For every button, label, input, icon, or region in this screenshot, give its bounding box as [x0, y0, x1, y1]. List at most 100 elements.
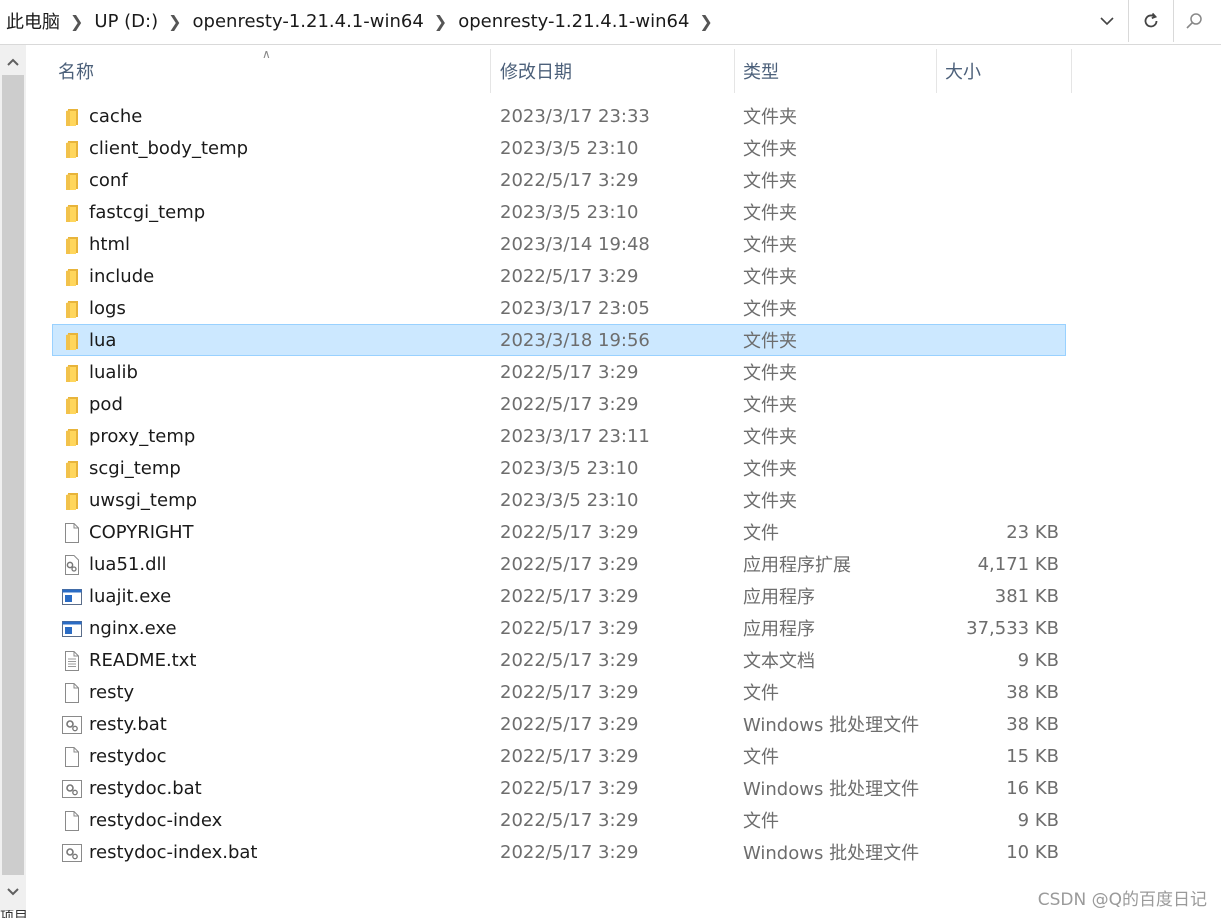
file-modified-date: 2023/3/5 23:10: [500, 137, 639, 159]
folder-icon: [62, 203, 82, 223]
file-modified-date: 2023/3/18 19:56: [500, 329, 650, 351]
file-modified-date: 2023/3/5 23:10: [500, 201, 639, 223]
vertical-scrollbar[interactable]: [0, 45, 26, 910]
file-row-cache[interactable]: cache 2023/3/17 23:33 文件夹: [52, 100, 1066, 132]
file-name: restydoc-index.bat: [89, 841, 258, 863]
file-row-scgi-temp[interactable]: scgi_temp 2023/3/5 23:10 文件夹: [52, 452, 1066, 484]
chevron-up-icon: [7, 58, 19, 66]
file-row-pod[interactable]: pod 2022/5/17 3:29 文件夹: [52, 388, 1066, 420]
file-row-restydoc[interactable]: restydoc 2022/5/17 3:29 文件 15 KB: [52, 740, 1066, 772]
file-row-uwsgi-temp[interactable]: uwsgi_temp 2023/3/5 23:10 文件夹: [52, 484, 1066, 516]
chevron-right-icon[interactable]: ❯: [697, 12, 723, 31]
refresh-button[interactable]: [1128, 0, 1174, 42]
file-type: 文件夹: [743, 491, 797, 512]
file-row-resty[interactable]: resty 2022/5/17 3:29 文件 38 KB: [52, 676, 1066, 708]
file-icon: [62, 683, 82, 703]
file-type: 文件: [743, 747, 779, 768]
file-name: pod: [89, 393, 123, 415]
file-name: restydoc-index: [89, 809, 223, 831]
folder-icon: [62, 395, 82, 415]
file-type: 文件夹: [743, 203, 797, 224]
search-input[interactable]: [1173, 0, 1221, 42]
file-row-lua51-dll[interactable]: lua51.dll 2022/5/17 3:29 应用程序扩展 4,171 KB: [52, 548, 1066, 580]
breadcrumb[interactable]: 此电脑 ❯ UP (D:) ❯ openresty-1.21.4.1-win64…: [0, 0, 1088, 42]
scrollbar-thumb[interactable]: [2, 75, 24, 875]
file-row-resty-bat[interactable]: resty.bat 2022/5/17 3:29 Windows 批处理文件 38 K…: [52, 708, 1066, 740]
breadcrumb-this-pc[interactable]: 此电脑: [6, 8, 68, 34]
file-type: 文件夹: [743, 139, 797, 160]
file-name: logs: [89, 297, 126, 319]
file-name: conf: [89, 169, 128, 191]
address-history-button[interactable]: [1088, 0, 1126, 42]
file-name: COPYRIGHT: [89, 521, 194, 543]
file-row-restydoc-bat[interactable]: restydoc.bat 2022/5/17 3:29 Windows 批处理文件 1…: [52, 772, 1066, 804]
file-row-lua[interactable]: lua 2023/3/18 19:56 文件夹: [52, 324, 1066, 356]
file-row-logs[interactable]: logs 2023/3/17 23:05 文件夹: [52, 292, 1066, 324]
address-bar[interactable]: 此电脑 ❯ UP (D:) ❯ openresty-1.21.4.1-win64…: [0, 0, 1221, 45]
file-icon: [62, 747, 82, 767]
file-modified-date: 2023/3/5 23:10: [500, 457, 639, 479]
file-modified-date: 2022/5/17 3:29: [500, 809, 639, 831]
chevron-down-icon: [7, 888, 19, 896]
column-header-date-label: 修改日期: [500, 62, 572, 83]
file-modified-date: 2022/5/17 3:29: [500, 777, 639, 799]
file-row-html[interactable]: html 2023/3/14 19:48 文件夹: [52, 228, 1066, 260]
file-size: 9 KB: [1017, 649, 1059, 671]
text-file-icon: [62, 651, 82, 671]
file-size: 38 KB: [1006, 681, 1059, 703]
folder-icon: [62, 267, 82, 287]
file-type: 文件: [743, 523, 779, 544]
file-name: fastcgi_temp: [89, 201, 206, 223]
file-size: 23 KB: [1006, 521, 1059, 543]
file-row-lualib[interactable]: lualib 2022/5/17 3:29 文件夹: [52, 356, 1066, 388]
column-header-type[interactable]: 类型: [737, 49, 937, 93]
file-row-client-body-temp[interactable]: client_body_temp 2023/3/5 23:10 文件夹: [52, 132, 1066, 164]
folder-icon: [62, 427, 82, 447]
file-type: 应用程序扩展: [743, 555, 851, 576]
breadcrumb-folder[interactable]: openresty-1.21.4.1-win64: [193, 11, 432, 32]
file-row-fastcgi-temp[interactable]: fastcgi_temp 2023/3/5 23:10 文件夹: [52, 196, 1066, 228]
file-type: 文件夹: [743, 107, 797, 128]
column-header-size[interactable]: 大小: [939, 49, 1072, 93]
breadcrumb-current-folder[interactable]: openresty-1.21.4.1-win64: [458, 11, 697, 32]
file-row-copyright[interactable]: COPYRIGHT 2022/5/17 3:29 文件 23 KB: [52, 516, 1066, 548]
file-name: scgi_temp: [89, 457, 181, 479]
scroll-up-button[interactable]: [0, 49, 26, 75]
chevron-down-icon: [1100, 16, 1114, 25]
file-type: Windows 批处理文件: [743, 779, 920, 800]
column-header-name[interactable]: 名称: [52, 49, 491, 93]
exe-icon: [62, 619, 82, 639]
column-header-date[interactable]: 修改日期: [494, 49, 735, 93]
sort-ascending-icon: ∧: [262, 47, 271, 61]
chevron-right-icon[interactable]: ❯: [432, 12, 458, 31]
scroll-down-button[interactable]: [0, 879, 26, 905]
file-modified-date: 2023/3/14 19:48: [500, 233, 650, 255]
file-row-readme-txt[interactable]: README.txt 2022/5/17 3:29 文本文档 9 KB: [52, 644, 1066, 676]
folder-icon: [62, 491, 82, 511]
chevron-right-icon[interactable]: ❯: [166, 12, 192, 31]
chevron-right-icon[interactable]: ❯: [68, 12, 94, 31]
file-icon: [62, 811, 82, 831]
refresh-icon: [1144, 12, 1158, 28]
file-row-luajit-exe[interactable]: luajit.exe 2022/5/17 3:29 应用程序 381 KB: [52, 580, 1066, 612]
file-name: proxy_temp: [89, 425, 196, 447]
file-modified-date: 2022/5/17 3:29: [500, 649, 639, 671]
column-header-type-label: 类型: [743, 62, 779, 83]
file-modified-date: 2022/5/17 3:29: [500, 617, 639, 639]
file-row-conf[interactable]: conf 2022/5/17 3:29 文件夹: [52, 164, 1066, 196]
file-row-restydoc-index[interactable]: restydoc-index 2022/5/17 3:29 文件 9 KB: [52, 804, 1066, 836]
column-headers: 名称 ∧ 修改日期 类型 大小: [26, 45, 1221, 99]
file-row-nginx-exe[interactable]: nginx.exe 2022/5/17 3:29 应用程序 37,533 KB: [52, 612, 1066, 644]
dll-icon: [62, 555, 82, 575]
file-row-restydoc-index-bat[interactable]: restydoc-index.bat 2022/5/17 3:29 Windows …: [52, 836, 1066, 868]
file-size: 9 KB: [1017, 809, 1059, 831]
file-name: lua51.dll: [89, 553, 167, 575]
file-modified-date: 2022/5/17 3:29: [500, 169, 639, 191]
file-modified-date: 2022/5/17 3:29: [500, 681, 639, 703]
file-row-include[interactable]: include 2022/5/17 3:29 文件夹: [52, 260, 1066, 292]
file-row-proxy-temp[interactable]: proxy_temp 2023/3/17 23:11 文件夹: [52, 420, 1066, 452]
breadcrumb-drive[interactable]: UP (D:): [94, 11, 166, 32]
file-modified-date: 2022/5/17 3:29: [500, 265, 639, 287]
file-type: 文本文档: [743, 651, 815, 672]
file-name: cache: [89, 105, 143, 127]
